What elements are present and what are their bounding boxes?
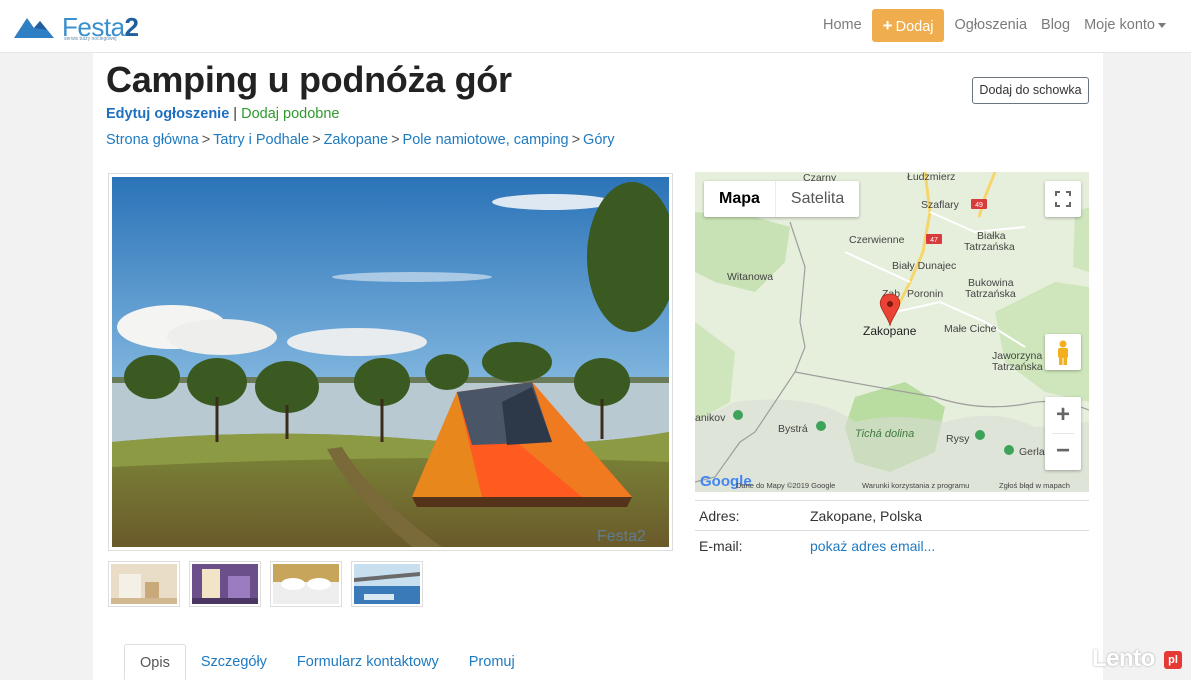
listing-actions: Edytuj ogłoszenie | Dodaj podobne <box>106 106 339 122</box>
tab-details[interactable]: Szczegóły <box>186 644 282 680</box>
map-label-male-ciche: Małe Ciche <box>944 323 997 335</box>
map-footer: Dane do Mapy ©2019 Google Warunki korzys… <box>695 478 1089 492</box>
map-label-bialy-dunajec: Biały Dunajec <box>892 260 956 272</box>
map-tab-satellite[interactable]: Satelita <box>774 181 859 217</box>
map-terms-link[interactable]: Warunki korzystania z programu <box>862 481 969 490</box>
add-similar-link[interactable]: Dodaj podobne <box>241 106 339 122</box>
thumbnail-image <box>192 564 258 604</box>
zoom-out-button[interactable]: − <box>1045 434 1081 470</box>
listing-tabs: Opis Szczegóły Formularz kontaktowy Prom… <box>124 644 1084 680</box>
action-separator: | <box>233 106 238 122</box>
breadcrumb: Strona główna > Tatry i Podhale > Zakopane > P… <box>106 132 614 148</box>
thumbnail[interactable] <box>108 561 180 607</box>
navbar: Festa2 serwis bazy noclegowej Home + Doda… <box>0 0 1191 53</box>
address-label: Adres: <box>699 508 740 524</box>
zoom-in-button[interactable]: + <box>1045 397 1081 433</box>
breadcrumb-separator: > <box>391 132 400 148</box>
thumbnail[interactable] <box>351 561 423 607</box>
zoom-controls: + − <box>1045 397 1081 470</box>
site-logo[interactable]: Festa2 serwis bazy noclegowej <box>14 12 139 42</box>
breadcrumb-region[interactable]: Tatry i Podhale <box>213 132 309 148</box>
map-label-witanowa: Witanowa <box>727 271 773 283</box>
mountain-logo-icon <box>14 18 54 38</box>
map-label-zakopane: Zakopane <box>863 324 917 338</box>
location-map[interactable]: 49 47 Czarny Łudzmierz Szaflary Czerwien… <box>695 172 1089 492</box>
map-tab-map[interactable]: Mapa <box>704 181 775 217</box>
map-report-link[interactable]: Zgłoś błąd w mapach <box>999 481 1070 490</box>
thumbnail[interactable] <box>189 561 261 607</box>
breadcrumb-separator: > <box>201 132 211 148</box>
email-label: E-mail: <box>699 538 743 554</box>
caret-down-icon <box>1158 22 1166 28</box>
tab-contact-form[interactable]: Formularz kontaktowy <box>282 644 454 680</box>
page-title: Camping u podnóża gór <box>106 59 512 100</box>
map-label-bystra: Bystrá <box>778 423 808 435</box>
address-value: Zakopane, Polska <box>810 508 923 524</box>
map-label-ludzmierz: Łudzmierz <box>907 172 955 183</box>
pegman-icon <box>1058 340 1068 365</box>
listing-content: Camping u podnóża gór Edytuj ogłoszenie … <box>93 53 1103 680</box>
breadcrumb-separator: > <box>312 132 321 148</box>
fullscreen-icon <box>1055 191 1071 207</box>
add-listing-label: Dodaj <box>895 19 934 35</box>
email-row: E-mail: pokaż adres email... <box>695 530 1089 560</box>
fullscreen-button[interactable] <box>1045 181 1081 217</box>
street-view-button[interactable] <box>1045 334 1081 370</box>
add-listing-button[interactable]: + Dodaj <box>871 9 945 42</box>
show-email-link[interactable]: pokaż adres email... <box>810 538 935 554</box>
lento-badge: pl <box>1164 651 1182 669</box>
photo-watermark: Festa2 <box>597 528 646 545</box>
contact-info-table: Adres: Zakopane, Polska E-mail: pokaż ad… <box>695 500 1089 560</box>
thumbnail-image <box>111 564 177 604</box>
nav-blog[interactable]: Blog <box>1034 9 1077 42</box>
add-to-clipboard-button[interactable]: Dodaj do schowka <box>972 77 1089 104</box>
tab-description[interactable]: Opis <box>124 644 186 680</box>
map-label-nikov: anikov <box>695 412 726 424</box>
road-shield-47: 47 <box>930 237 938 244</box>
breadcrumb-subcategory[interactable]: Góry <box>583 132 614 148</box>
nav-account-label: Moje konto <box>1084 17 1155 33</box>
map-label-jaworzyna-2: Tatrzańska <box>992 361 1043 373</box>
nav-home[interactable]: Home <box>816 9 869 42</box>
road-shield-49: 49 <box>975 202 983 209</box>
nav-account-dropdown[interactable]: Moje konto <box>1077 9 1173 42</box>
lento-watermark: Lento <box>1092 645 1155 672</box>
main-photo[interactable]: Festa2 <box>108 173 673 551</box>
map-label-ticha-dolina: Tichá dolina <box>855 428 914 440</box>
map-label-szaflary: Szaflary <box>921 199 960 211</box>
address-row: Adres: Zakopane, Polska <box>695 500 1089 530</box>
breadcrumb-category[interactable]: Pole namiotowe, camping <box>403 132 569 148</box>
map-label-tatrzanska: Tatrzańska <box>964 241 1015 253</box>
thumbnail-image <box>354 564 420 604</box>
breadcrumb-separator: > <box>571 132 581 148</box>
breadcrumb-city[interactable]: Zakopane <box>324 132 389 148</box>
map-canvas: 49 47 Czarny Łudzmierz Szaflary Czerwien… <box>695 172 1089 492</box>
edit-listing-link[interactable]: Edytuj ogłoszenie <box>106 106 229 122</box>
nav-listings[interactable]: Ogłoszenia <box>947 9 1034 42</box>
map-data-credit: Dane do Mapy ©2019 Google <box>736 481 836 490</box>
map-label-gerla: Gerla <box>1019 446 1045 458</box>
map-label-poronin: Poronin <box>907 288 943 300</box>
thumbnail[interactable] <box>270 561 342 607</box>
map-label-czerwienne: Czerwienne <box>849 234 905 246</box>
photo-thumbnails <box>108 561 423 607</box>
thumbnail-image <box>273 564 339 604</box>
plus-icon: + <box>882 16 893 35</box>
tab-promote[interactable]: Promuj <box>454 644 530 680</box>
map-label-bukowina-2: Tatrzańska <box>965 288 1016 300</box>
camping-tent-photo: Festa2 <box>112 177 669 547</box>
map-label-rysy: Rysy <box>946 433 970 445</box>
map-type-switch: Mapa Satelita <box>704 181 860 217</box>
main-nav: Home + Dodaj Ogłoszenia Blog Moje konto <box>816 9 1173 42</box>
breadcrumb-home[interactable]: Strona główna <box>106 132 199 148</box>
logo-tagline: serwis bazy noclegowej <box>64 36 117 42</box>
